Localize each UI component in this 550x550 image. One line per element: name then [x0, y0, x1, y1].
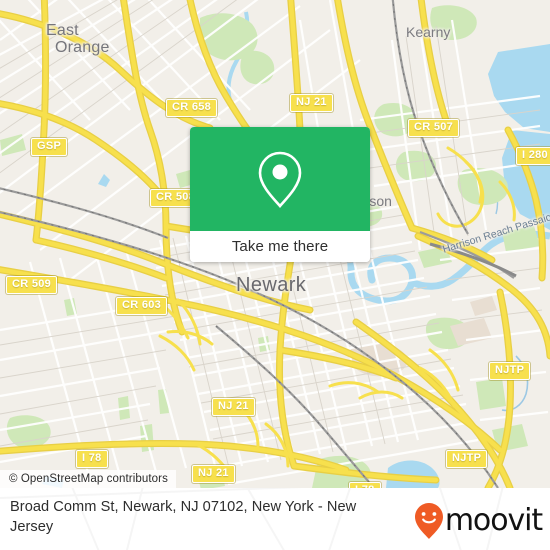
road-shield-nj-21-b: NJ 21	[212, 398, 255, 416]
road-shield-nj-21-c: NJ 21	[192, 465, 235, 483]
road-shield-cr-603: CR 603	[116, 297, 168, 315]
take-me-there-label: Take me there	[231, 238, 329, 255]
road-shield-nj-21-a: NJ 21	[290, 94, 333, 112]
road-shield-gsp: GSP	[31, 138, 68, 156]
road-shield-njtp-a: NJTP	[489, 362, 531, 380]
moovit-logo[interactable]: moovit	[414, 502, 543, 540]
moovit-smiley-pin-icon	[414, 503, 443, 539]
map-pin-icon	[258, 151, 302, 209]
road-shield-cr-509: CR 509	[6, 276, 58, 294]
road-shield-cr-507: CR 507	[408, 119, 460, 137]
road-shield-cr-658: CR 658	[166, 99, 218, 117]
take-me-there-card[interactable]: Take me there	[190, 127, 370, 262]
road-shield-i-280: I 280	[516, 147, 550, 165]
card-icon-area	[190, 127, 370, 231]
moovit-wordmark: moovit	[444, 503, 543, 538]
road-shield-i-78-a: I 78	[76, 450, 108, 468]
take-me-there-button[interactable]: Take me there	[190, 231, 370, 262]
footer-bar: Broad Comm St, Newark, NJ 07102, New Yor…	[0, 488, 550, 550]
openstreetmap-attribution[interactable]: © OpenStreetMap contributors	[0, 470, 176, 488]
road-shield-njtp-b: NJTP	[446, 450, 488, 468]
location-address: Broad Comm St, Newark, NJ 07102, New Yor…	[10, 499, 357, 535]
screenshot-root: East Orange Kearny Harrison Newark Harri…	[0, 0, 550, 550]
